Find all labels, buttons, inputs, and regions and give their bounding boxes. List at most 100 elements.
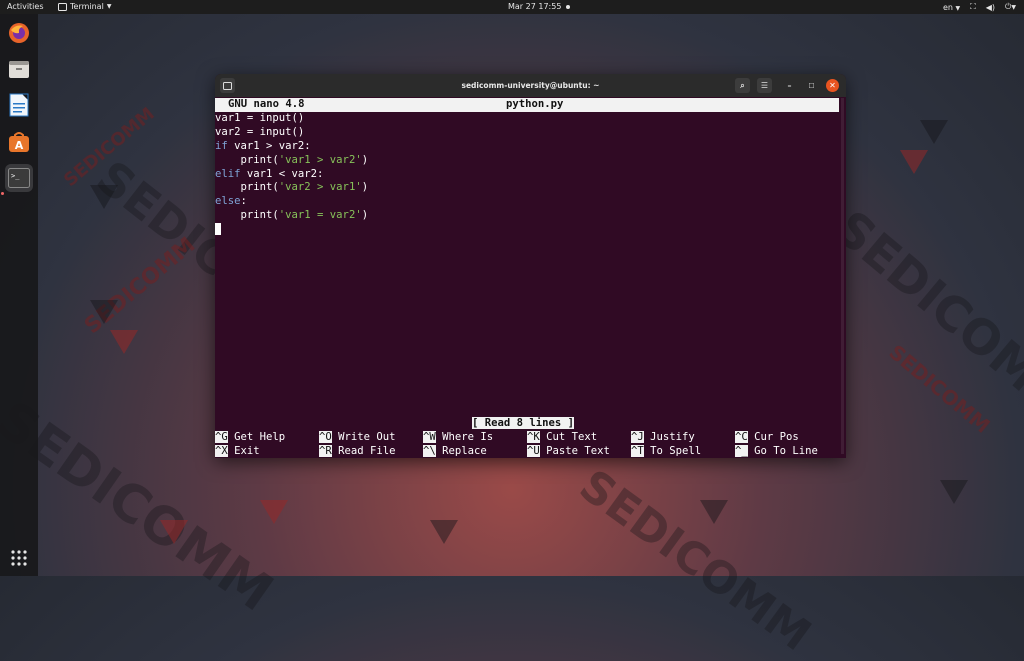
shortcut-label: Justify <box>650 431 695 443</box>
code-text: ) <box>361 153 369 166</box>
code-line <box>215 223 368 237</box>
chevron-down-icon: ▼ <box>106 3 112 10</box>
code-text: var1 > var2: <box>227 139 311 152</box>
maximize-icon: ☐ <box>808 81 815 90</box>
network-icon[interactable]: ⛶ <box>970 2 976 12</box>
wallpaper-triangle <box>90 300 118 324</box>
wallpaper-triangle <box>160 520 188 544</box>
code-text: ) <box>361 181 369 194</box>
shortcut-key: ^U <box>527 445 540 457</box>
wallpaper-triangle <box>430 520 458 544</box>
nano-status: [ Read 8 lines ] <box>472 417 575 431</box>
code-string: 'var2 > var1' <box>278 181 362 194</box>
code-text: ) <box>361 209 369 222</box>
code-text: var2 = input() <box>215 125 305 138</box>
volume-icon[interactable]: ◀) <box>986 3 995 12</box>
wallpaper-triangle <box>940 480 968 504</box>
language-indicator[interactable]: en ▼ <box>943 3 960 12</box>
code-keyword: elif <box>215 167 241 180</box>
svg-text:A: A <box>15 139 24 152</box>
shortcut-key: ^R <box>319 445 332 457</box>
shortcut-label: Write Out <box>338 431 396 443</box>
code-text: print( <box>215 181 279 194</box>
close-button[interactable]: ✕ <box>826 79 839 92</box>
code-text: var1 = input() <box>215 112 305 124</box>
maximize-button[interactable]: ☐ <box>804 78 819 93</box>
status-message: [ Read 8 lines ] <box>472 417 575 429</box>
code-line: print('var1 = var2') <box>215 209 369 223</box>
dock: A >_ <box>0 14 38 576</box>
text-cursor <box>215 223 221 236</box>
wallpaper-triangle <box>90 185 118 209</box>
shortcut-key: ^O <box>319 431 332 443</box>
shortcut-label: Paste Text <box>546 445 610 457</box>
code-text: print( <box>215 153 279 166</box>
terminal-window: sedicomm-university@ubuntu: ~ ⌕ ☰ – ☐ ✕ … <box>215 74 846 458</box>
shortcut-label: Exit <box>234 445 260 457</box>
code-text: print( <box>215 209 279 222</box>
notification-dot-icon <box>566 4 571 9</box>
app-menu-button[interactable]: Terminal ▼ <box>58 2 111 11</box>
clock-label: Mar 27 17:55 <box>508 2 562 11</box>
writer-icon[interactable] <box>5 91 33 119</box>
menu-button[interactable]: ☰ <box>757 78 772 93</box>
minimize-button[interactable]: – <box>782 78 797 93</box>
code-line: print('var1 > var2') <box>215 153 369 168</box>
wallpaper-brand-text: SEDICOMM <box>824 200 1024 434</box>
shortcut-label: Where Is <box>442 431 494 443</box>
code-line: var1 = input() <box>215 112 368 126</box>
code-line: var2 = input() <box>215 126 368 140</box>
system-tray: en ▼ ⛶ ◀) ⏻▼ <box>943 2 1016 12</box>
wallpaper-triangle <box>700 500 728 524</box>
minimize-icon: – <box>787 81 792 90</box>
shortcut-key: ^W <box>423 431 436 443</box>
shortcut-item: ^O Write Out <box>319 431 396 445</box>
shortcut-item: ^X Exit <box>215 445 260 458</box>
shortcut-item: ^_ Go To Line <box>735 445 818 458</box>
nano-version: GNU nano 4.8 <box>228 98 305 110</box>
show-applications-icon[interactable] <box>5 544 33 572</box>
code-line: print('var2 > var1') <box>215 181 369 195</box>
software-icon[interactable]: A <box>5 128 33 156</box>
clock-button[interactable]: Mar 27 17:55 <box>508 2 571 11</box>
window-titlebar[interactable]: sedicomm-university@ubuntu: ~ ⌕ ☰ – ☐ ✕ <box>215 74 846 97</box>
shortcut-key: ^_ <box>735 445 748 457</box>
code-line: elif var1 < var2: <box>215 168 368 182</box>
shortcut-item: ^J Justify <box>631 431 695 445</box>
code-editor[interactable]: var1 = input() var2 = input() if var1 > va… <box>215 112 368 237</box>
power-icon[interactable]: ⏻▼ <box>1005 2 1016 12</box>
shortcut-key: ^K <box>527 431 540 443</box>
search-button[interactable]: ⌕ <box>735 78 750 93</box>
svg-text:>_: >_ <box>11 172 20 180</box>
wallpaper-triangle <box>920 120 948 144</box>
shortcut-item: ^W Where Is <box>423 431 493 445</box>
activities-button[interactable]: Activities <box>7 2 44 11</box>
terminal-icon[interactable]: >_ <box>5 164 33 192</box>
code-keyword: if <box>215 139 228 152</box>
shortcut-label: Get Help <box>234 431 286 443</box>
shortcut-label: Replace <box>442 445 487 457</box>
window-title: sedicomm-university@ubuntu: ~ <box>461 81 600 90</box>
wallpaper-triangle <box>900 150 928 174</box>
shortcut-key: ^J <box>631 431 644 443</box>
running-indicator <box>1 192 4 195</box>
app-menu-label: Terminal <box>70 2 104 11</box>
code-string: 'var1 > var2' <box>278 153 362 166</box>
files-icon[interactable] <box>5 55 33 83</box>
code-keyword: else <box>215 195 241 208</box>
shortcut-item: ^R Read File <box>319 445 396 458</box>
wallpaper-triangle <box>260 500 288 524</box>
terminal-small-icon <box>58 2 67 11</box>
code-text: : <box>240 195 247 208</box>
language-label: en <box>942 2 953 12</box>
terminal-content[interactable]: GNU nano 4.8 python.py var1 = input() var… <box>215 97 846 458</box>
shortcut-key: ^C <box>735 431 748 443</box>
scrollbar[interactable] <box>841 98 844 454</box>
hamburger-icon: ☰ <box>760 81 769 90</box>
nano-title-bar: GNU nano 4.8 python.py <box>215 98 839 112</box>
shortcut-label: Read File <box>338 445 396 457</box>
shortcut-label: To Spell <box>650 445 702 457</box>
nano-filename: python.py <box>506 98 564 110</box>
firefox-icon[interactable] <box>5 19 33 47</box>
shortcut-key: ^\ <box>423 445 436 457</box>
